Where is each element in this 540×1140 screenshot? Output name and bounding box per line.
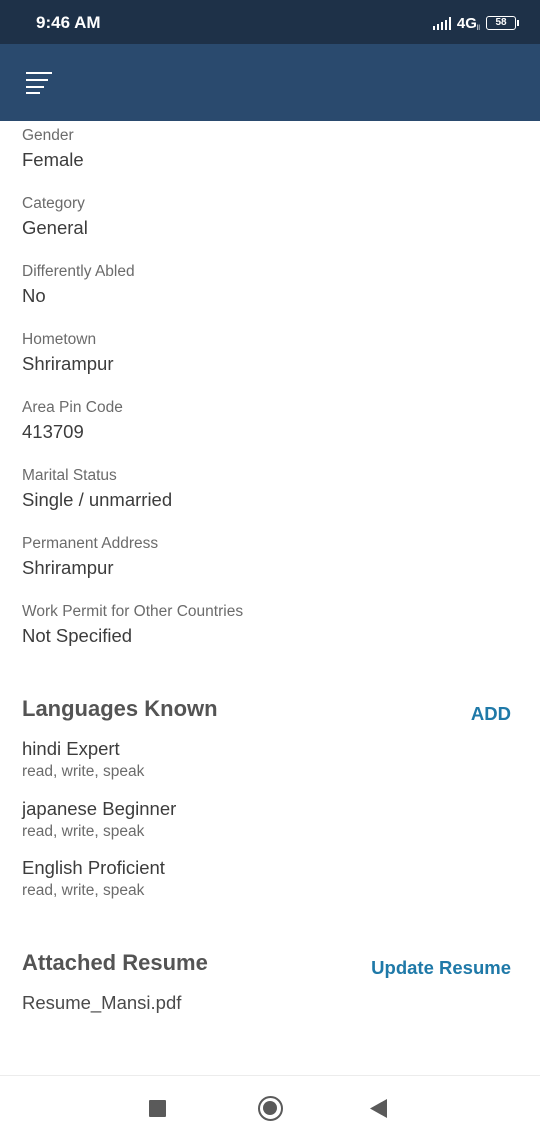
system-nav-bar [0, 1075, 540, 1140]
circle-home-icon[interactable] [258, 1096, 283, 1121]
network-type: 4Gll [456, 14, 480, 32]
field-label: Gender [22, 127, 74, 144]
field-permanent-address: Permanent Address Shrirampur [22, 534, 158, 580]
resume-file-link[interactable]: Resume_Mansi.pdf [22, 992, 181, 1014]
field-marital-status: Marital Status Single / unmarried [22, 466, 172, 512]
resume-section-title: Attached Resume [22, 950, 208, 975]
languages-section-title: Languages Known [22, 696, 218, 721]
battery-icon: 58 [486, 16, 519, 30]
field-hometown: Hometown Shrirampur [22, 330, 114, 376]
field-label: Category [22, 195, 85, 212]
field-label: Work Permit for Other Countries [22, 603, 244, 620]
field-value: No [22, 285, 46, 306]
field-value: Female [22, 149, 84, 170]
field-category: Category General [22, 194, 88, 240]
field-label: Hometown [22, 331, 97, 348]
field-area-pin-code: Area Pin Code 413709 [22, 398, 123, 444]
signal-icon [432, 16, 451, 30]
field-value: Not Specified [22, 625, 133, 646]
language-skills: read, write, speak [22, 763, 145, 780]
language-name: hindi Expert [22, 738, 120, 759]
add-language-button[interactable]: ADD [471, 703, 511, 725]
language-name: English Proficient [22, 857, 165, 878]
field-label: Area Pin Code [22, 399, 123, 416]
field-label: Marital Status [22, 467, 117, 484]
status-bar: 9:46 AM 4Gll 58 [0, 0, 540, 44]
field-differently-abled: Differently Abled No [22, 262, 135, 308]
battery-level: 58 [495, 17, 507, 28]
field-gender: Gender Female [22, 126, 84, 172]
language-skills: read, write, speak [22, 882, 145, 899]
language-item: japanese Beginner read, write, speak [22, 797, 176, 842]
language-item: English Proficient read, write, speak [22, 856, 165, 901]
language-item: hindi Expert read, write, speak [22, 737, 144, 782]
language-name: japanese Beginner [22, 798, 177, 819]
field-work-permit: Work Permit for Other Countries Not Spec… [22, 602, 243, 648]
update-resume-button[interactable]: Update Resume [371, 957, 511, 979]
status-icons: 4Gll 58 [432, 13, 519, 33]
field-value: Shrirampur [22, 353, 114, 374]
status-time: 9:46 AM [36, 13, 101, 32]
triangle-back-icon[interactable] [370, 1099, 388, 1118]
field-value: Shrirampur [22, 557, 114, 578]
square-recents-icon[interactable] [149, 1100, 166, 1117]
field-value: 413709 [22, 421, 84, 442]
app-bar [0, 44, 540, 121]
field-label: Differently Abled [22, 263, 135, 280]
hamburger-menu-icon[interactable] [26, 72, 52, 94]
field-value: General [22, 217, 88, 238]
language-skills: read, write, speak [22, 823, 145, 840]
field-value: Single / unmarried [22, 489, 173, 510]
field-label: Permanent Address [22, 535, 159, 552]
